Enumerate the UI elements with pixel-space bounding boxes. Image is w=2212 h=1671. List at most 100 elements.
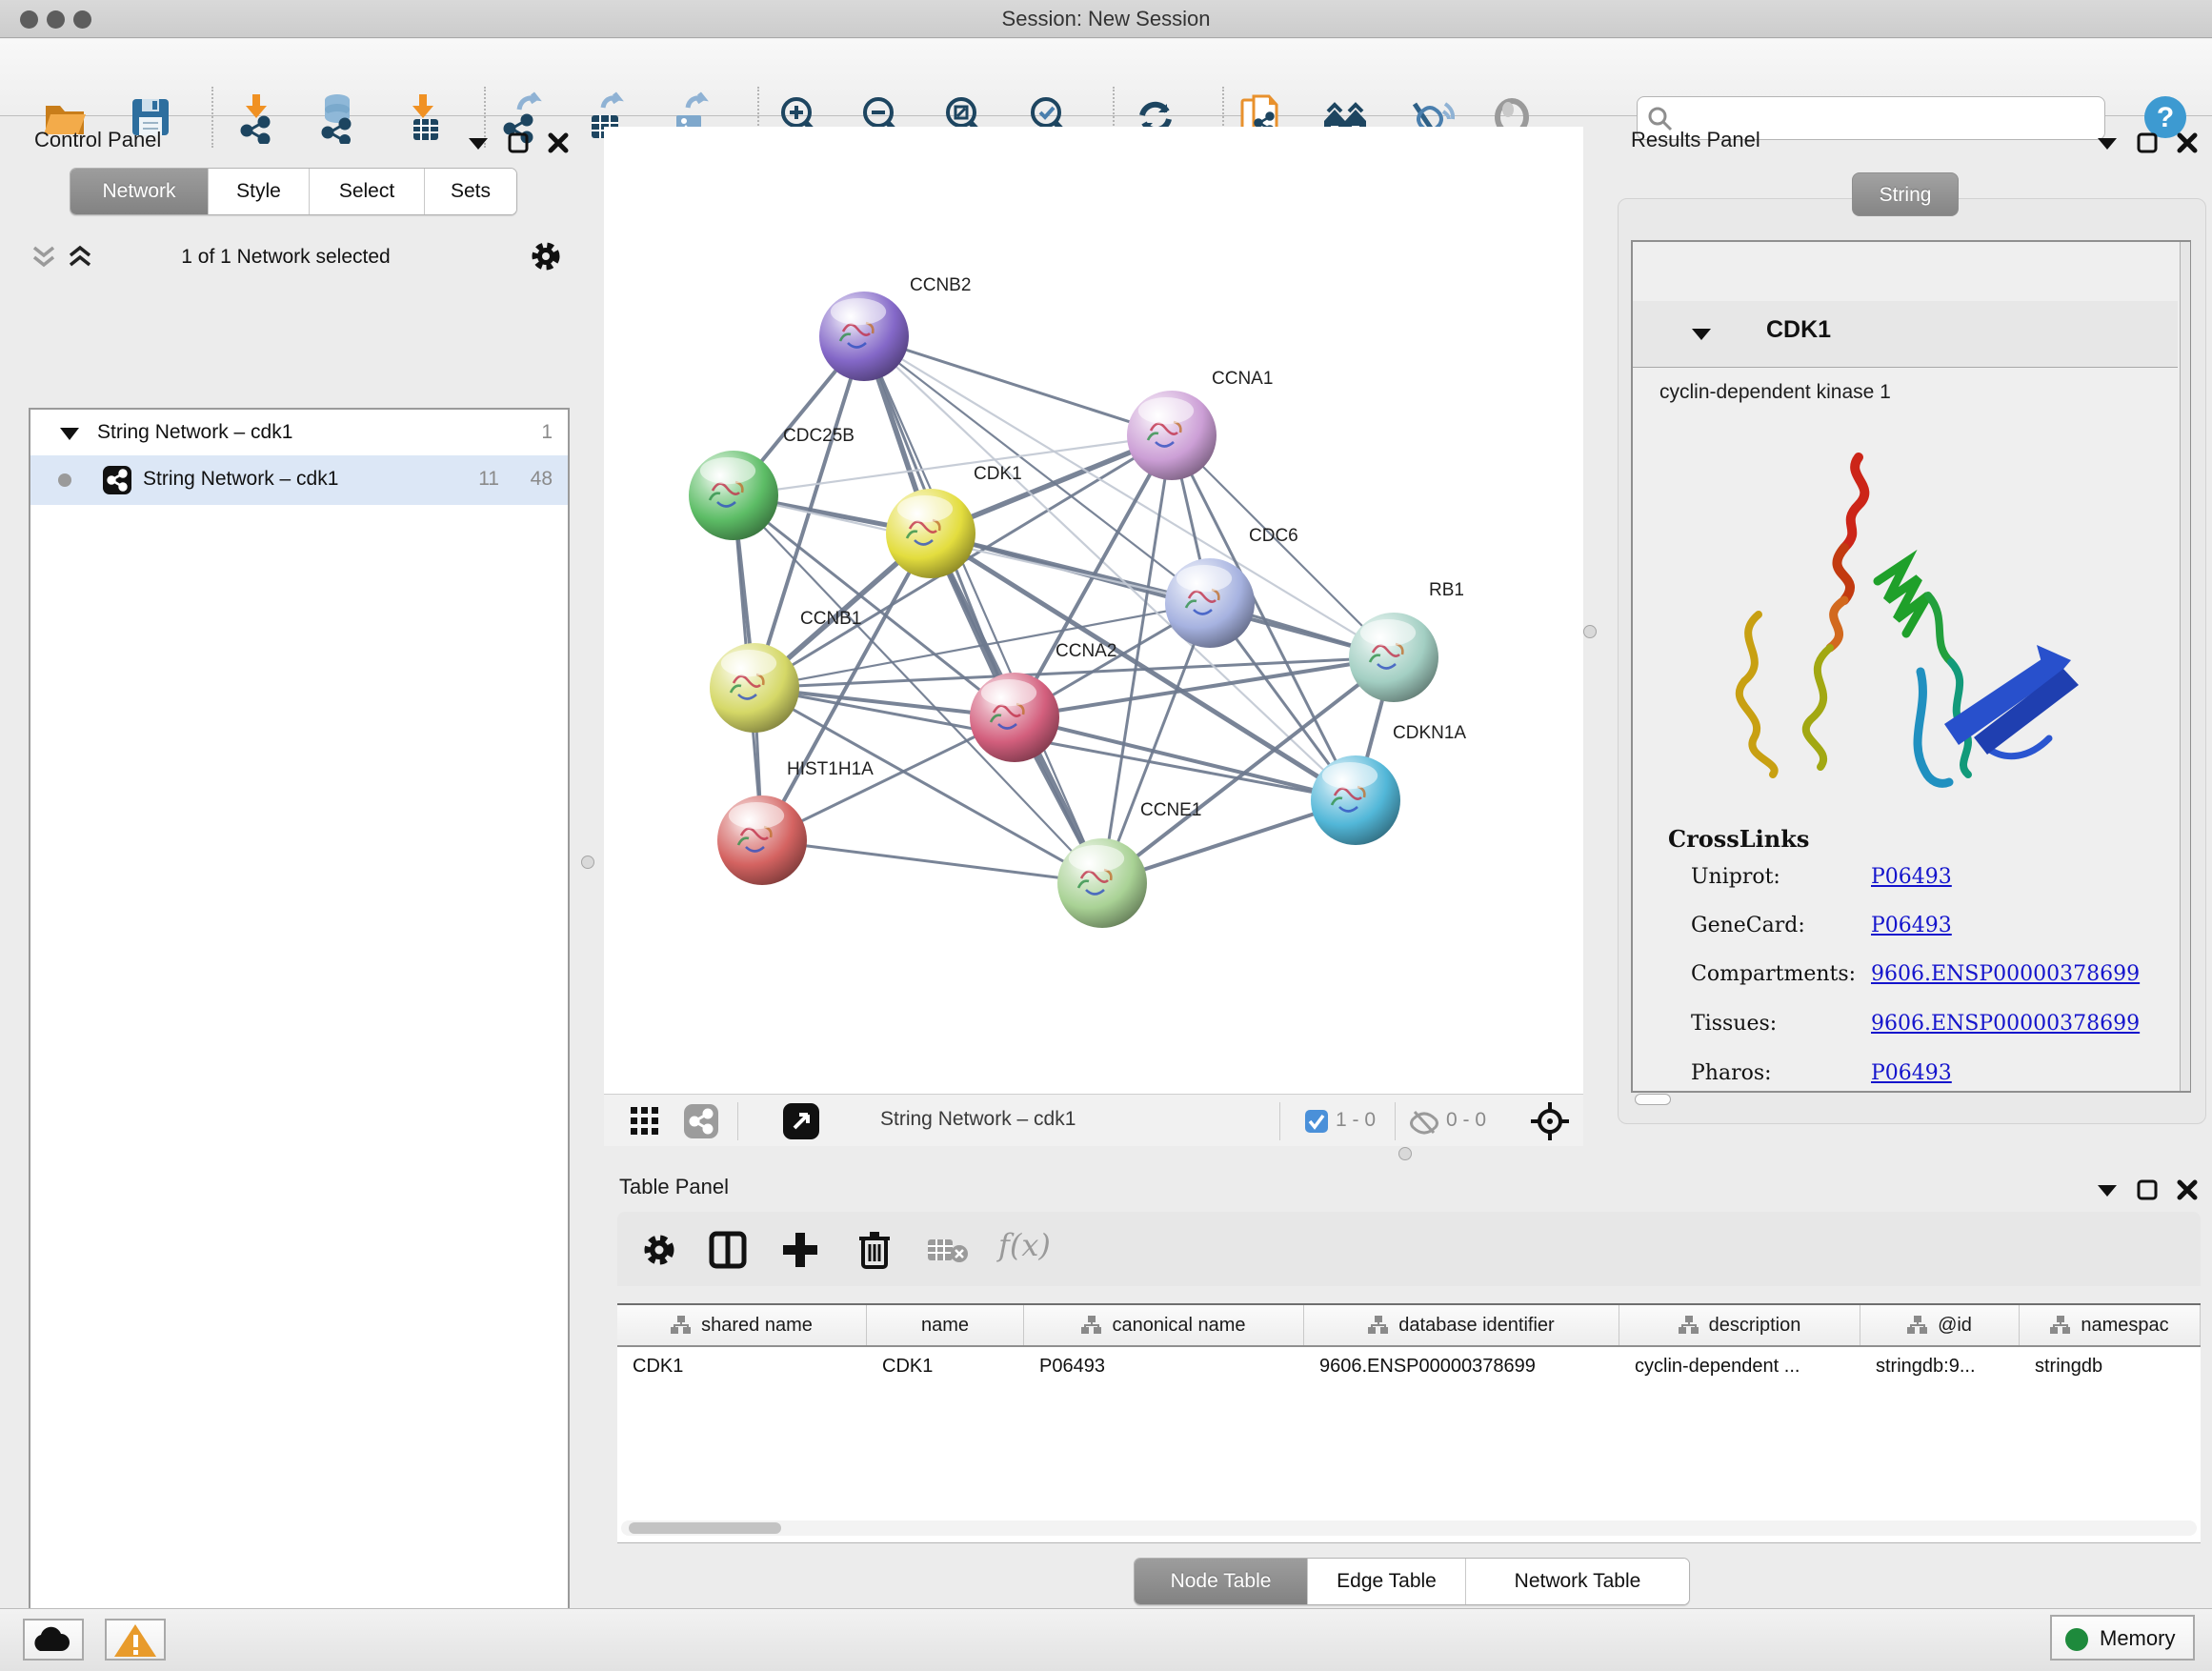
crosslink-genecard-link[interactable]: P06493 xyxy=(1871,914,1952,937)
node-CCNA1[interactable] xyxy=(1127,391,1217,480)
node-label-CDC6: CDC6 xyxy=(1249,526,1298,546)
panel-collapse-icon[interactable] xyxy=(2096,1181,2119,1198)
gene-section-header[interactable]: CDK1 xyxy=(1633,301,2178,368)
network-row-selected[interactable]: String Network – cdk1 11 48 xyxy=(30,455,568,505)
fit-content-crosshair-icon[interactable] xyxy=(1530,1101,1570,1141)
panel-float-icon[interactable] xyxy=(2136,131,2159,154)
table-row[interactable]: CDK1CDK1P064939606.ENSP00000378699cyclin… xyxy=(617,1347,2201,1389)
column-mapped-icon xyxy=(1907,1316,1928,1335)
crosslink-tissues-link[interactable]: 9606.ENSP00000378699 xyxy=(1871,1012,2140,1036)
selected-checkbox-icon[interactable] xyxy=(1305,1110,1328,1133)
delete-table-icon xyxy=(928,1237,970,1265)
cytoscape-window: Session: New Session xyxy=(0,0,2212,1671)
node-CDC25B[interactable] xyxy=(689,451,778,540)
node-CDK1[interactable] xyxy=(886,489,975,578)
left-splitter-handle[interactable] xyxy=(581,856,594,869)
section-expand-icon[interactable] xyxy=(1690,326,1713,343)
node-label-RB1: RB1 xyxy=(1429,580,1464,600)
node-CCNB2[interactable] xyxy=(819,292,909,381)
tab-sets[interactable]: Sets xyxy=(425,169,516,214)
node-HIST1H1A[interactable] xyxy=(717,795,807,885)
footer-divider xyxy=(1279,1102,1280,1140)
edge-CCNB2-CCNA1[interactable] xyxy=(864,336,1172,435)
column-mapped-icon xyxy=(1368,1316,1389,1335)
crosslink-compartments-link[interactable]: 9606.ENSP00000378699 xyxy=(1871,962,2140,986)
table-cell: CDK1 xyxy=(617,1347,867,1389)
crosslinks-heading: CrossLinks xyxy=(1668,825,1809,853)
crosslink-label: Tissues: xyxy=(1691,1012,1777,1036)
column-header-canonical-name[interactable]: canonical name xyxy=(1024,1305,1304,1345)
function-builder-icon: f(x) xyxy=(998,1227,1051,1263)
column-header-name[interactable]: name xyxy=(867,1305,1024,1345)
panel-collapse-icon[interactable] xyxy=(2096,134,2119,151)
results-horizontal-scrollbar[interactable] xyxy=(1635,1094,1671,1105)
node-CCNE1[interactable] xyxy=(1057,838,1147,928)
right-splitter-handle[interactable] xyxy=(1583,625,1597,638)
crosslink-pharos-link[interactable]: P06493 xyxy=(1871,1061,1952,1085)
node-label-CCNA2: CCNA2 xyxy=(1056,641,1116,661)
selected-counts: 1 - 0 xyxy=(1336,1109,1376,1132)
birds-eye-view-icon[interactable] xyxy=(783,1103,819,1139)
table-cell: stringdb:9... xyxy=(1860,1347,2020,1389)
grid-view-icon[interactable] xyxy=(631,1107,659,1136)
show-columns-icon[interactable] xyxy=(709,1231,747,1269)
tab-edge-table[interactable]: Edge Table xyxy=(1308,1559,1466,1604)
crosslink-uniprot-link[interactable]: P06493 xyxy=(1871,865,1952,889)
tab-select[interactable]: Select xyxy=(310,169,425,214)
crosslink-row: Pharos: P06493 xyxy=(1691,1061,2167,1099)
node-label-CDK1: CDK1 xyxy=(974,464,1022,484)
crosslink-label: Uniprot: xyxy=(1691,865,1780,889)
crosslink-label: Pharos: xyxy=(1691,1061,1772,1085)
node-CDC6[interactable] xyxy=(1165,558,1255,648)
node-CCNB1[interactable] xyxy=(710,643,799,733)
node-RB1[interactable] xyxy=(1349,613,1438,702)
table-cell: cyclin-dependent ... xyxy=(1619,1347,1860,1389)
table-cell: stringdb xyxy=(2020,1347,2201,1389)
column-header-database-identifier[interactable]: database identifier xyxy=(1304,1305,1619,1345)
panel-close-icon[interactable] xyxy=(547,131,570,154)
scrollbar-thumb[interactable] xyxy=(629,1522,781,1534)
node-CCNA2[interactable] xyxy=(970,673,1059,762)
current-network-title: String Network – cdk1 xyxy=(880,1108,1076,1131)
panel-close-icon[interactable] xyxy=(2176,131,2199,154)
memory-status-dot xyxy=(2065,1628,2088,1651)
panel-float-icon[interactable] xyxy=(507,131,530,154)
crosslink-row: GeneCard:P06493 xyxy=(1691,914,2167,952)
results-vertical-scrollbar[interactable] xyxy=(2180,242,2190,1091)
delete-column-icon[interactable] xyxy=(855,1229,894,1271)
node-label-CCNA1: CCNA1 xyxy=(1212,369,1273,389)
tab-node-table[interactable]: Node Table xyxy=(1135,1559,1308,1604)
warning-icon xyxy=(107,1621,164,1659)
tab-style[interactable]: Style xyxy=(209,169,310,214)
edge-CCNB2-CCNE1[interactable] xyxy=(864,336,1102,883)
node-CDKN1A[interactable] xyxy=(1311,755,1400,845)
column-mapped-icon xyxy=(1679,1316,1699,1335)
share-view-icon[interactable] xyxy=(684,1104,718,1138)
bottom-splitter-handle[interactable] xyxy=(1398,1147,1412,1160)
network-view-canvas[interactable]: CCNB2CCNA1CDC25BCDK1CDC6RB1CCNB1CCNA2CDK… xyxy=(604,127,1583,1094)
column-header-shared-name[interactable]: shared name xyxy=(617,1305,867,1345)
column-header-namespac[interactable]: namespac xyxy=(2020,1305,2201,1345)
network-view-toolbar: String Network – cdk1 1 - 0 0 - 0 xyxy=(604,1094,1583,1146)
tab-network-table[interactable]: Network Table xyxy=(1466,1559,1689,1604)
network-options-gear-icon[interactable] xyxy=(530,240,562,272)
column-header--id[interactable]: @id xyxy=(1860,1305,2020,1345)
network-collection-row[interactable]: String Network – cdk1 1 xyxy=(30,412,568,455)
column-header-description[interactable]: description xyxy=(1619,1305,1860,1345)
tab-string[interactable]: String xyxy=(1852,172,1959,216)
memory-button[interactable]: Memory xyxy=(2050,1615,2195,1661)
edge-CDK1-RB1[interactable] xyxy=(931,534,1394,657)
panel-float-icon[interactable] xyxy=(2136,1178,2159,1201)
node-label-CCNE1: CCNE1 xyxy=(1140,800,1201,820)
gene-name: CDK1 xyxy=(1766,316,1831,344)
table-horizontal-scrollbar[interactable] xyxy=(621,1520,2197,1536)
table-options-gear-icon[interactable] xyxy=(642,1233,676,1267)
edge-CCNE1-HIST1H1A[interactable] xyxy=(762,840,1102,883)
tab-network[interactable]: Network xyxy=(70,169,209,214)
table-header-row: shared namenamecanonical namedatabase id… xyxy=(617,1305,2201,1347)
cloud-status-button[interactable] xyxy=(23,1619,84,1661)
panel-close-icon[interactable] xyxy=(2176,1178,2199,1201)
panel-collapse-icon[interactable] xyxy=(467,134,490,151)
warnings-button[interactable] xyxy=(105,1619,166,1661)
add-column-icon[interactable] xyxy=(781,1231,819,1269)
